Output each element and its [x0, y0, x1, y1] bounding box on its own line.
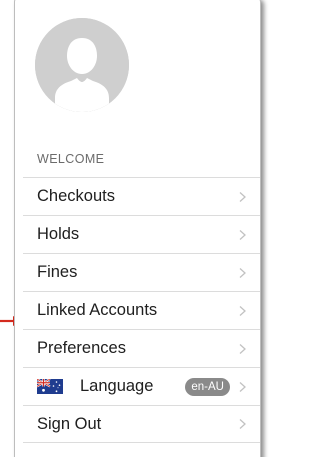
- avatar[interactable]: [35, 18, 129, 112]
- chevron-right-icon: [239, 191, 246, 202]
- chevron-right-icon: [239, 381, 246, 392]
- chevron-right-icon: [239, 305, 246, 316]
- side-menu: WELCOME Checkouts Holds Fines Linked Acc…: [14, 0, 261, 457]
- user-silhouette-icon: [35, 18, 129, 112]
- menu-item-label: Language: [80, 377, 154, 395]
- profile-header: [15, 0, 260, 145]
- menu-item-label: Linked Accounts: [37, 301, 158, 319]
- language-code-badge: en-AU: [185, 377, 230, 396]
- menu-item-checkouts[interactable]: Checkouts: [23, 177, 260, 215]
- menu-list: Checkouts Holds Fines Linked Accounts Pr…: [23, 177, 260, 443]
- welcome-section-label: WELCOME: [37, 152, 105, 166]
- chevron-right-icon: [239, 229, 246, 240]
- menu-item-fines[interactable]: Fines: [23, 253, 260, 291]
- menu-item-language[interactable]: Language en-AU: [23, 367, 260, 405]
- menu-item-label: Sign Out: [37, 414, 102, 433]
- menu-item-linked-accounts[interactable]: Linked Accounts: [23, 291, 260, 329]
- australia-flag-icon: [37, 379, 63, 394]
- chevron-right-icon: [239, 419, 246, 429]
- menu-item-holds[interactable]: Holds: [23, 215, 260, 253]
- menu-item-label: Holds: [37, 225, 80, 243]
- chevron-right-icon: [239, 267, 246, 278]
- menu-item-sign-out[interactable]: Sign Out: [23, 405, 260, 443]
- menu-item-label: Preferences: [37, 339, 126, 357]
- chevron-right-icon: [239, 343, 246, 354]
- menu-item-label: Checkouts: [37, 187, 115, 205]
- screen: WELCOME Checkouts Holds Fines Linked Acc…: [0, 0, 263, 457]
- menu-item-label: Fines: [37, 263, 78, 281]
- menu-item-preferences[interactable]: Preferences: [23, 329, 260, 367]
